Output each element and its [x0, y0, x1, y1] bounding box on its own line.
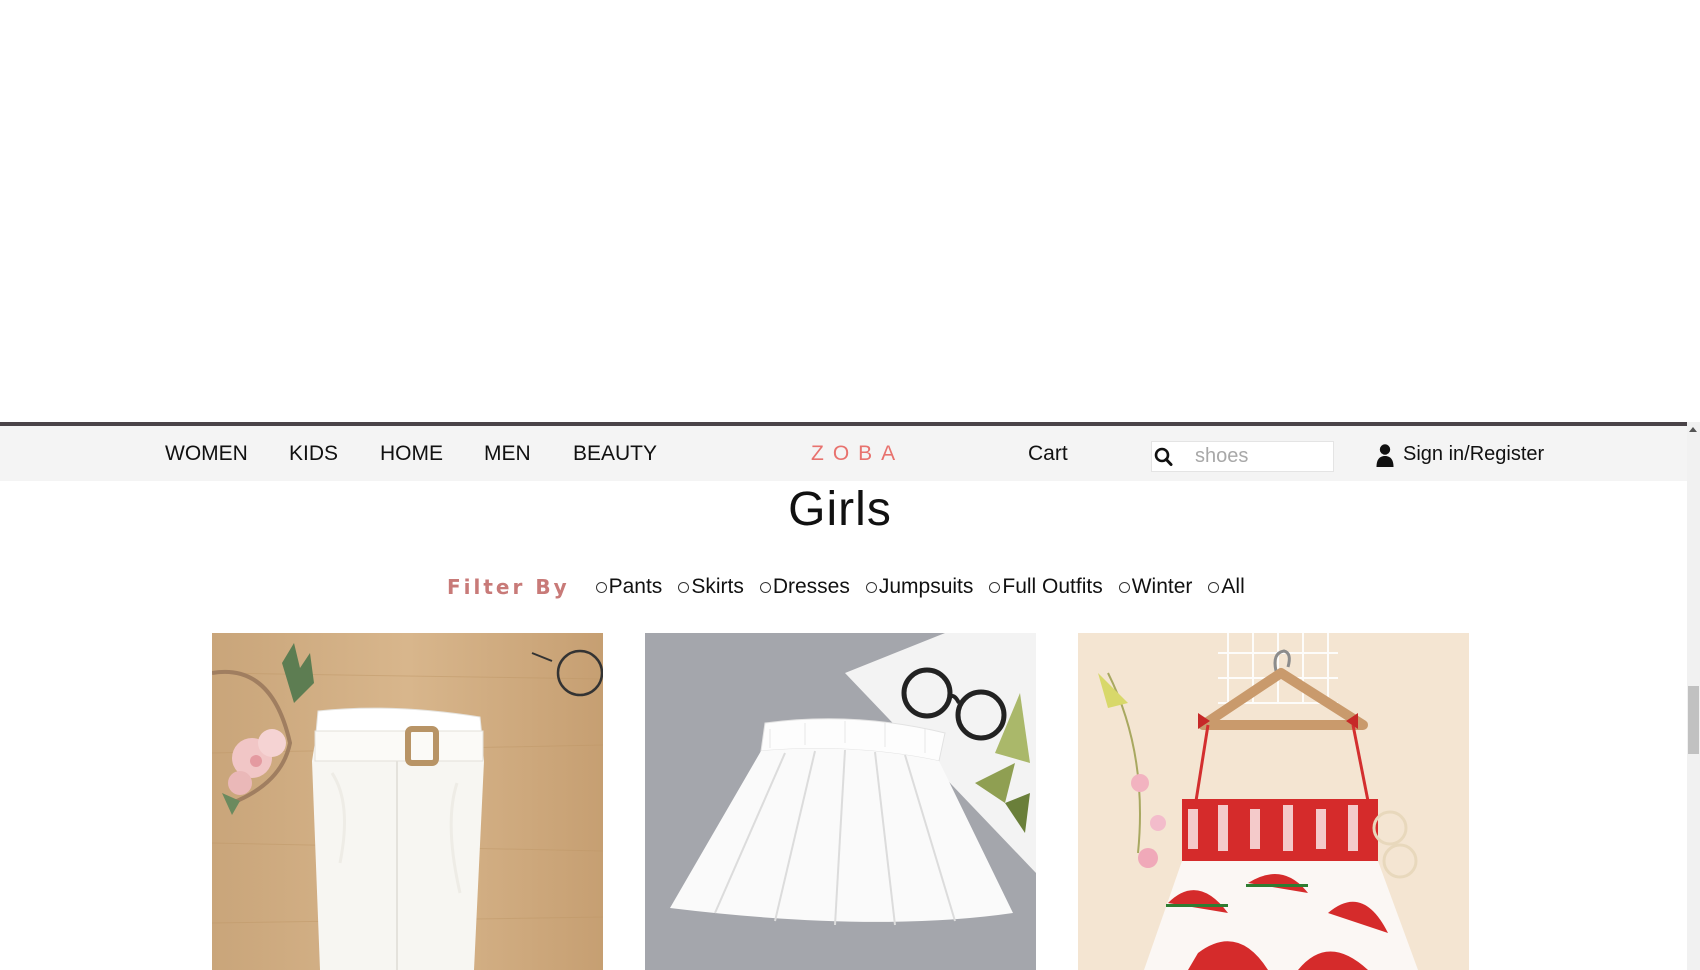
product-card-dress[interactable] [1078, 633, 1469, 970]
radio-button[interactable] [989, 581, 1001, 593]
search-input[interactable] [1195, 442, 1330, 470]
filter-label: Filter By [447, 575, 570, 599]
radio-button[interactable] [595, 581, 607, 593]
scrollbar-thumb[interactable] [1688, 686, 1699, 754]
blank-banner-area [0, 0, 1700, 422]
product-card-pants[interactable] [212, 633, 603, 970]
filter-option-label: Skirts [691, 575, 744, 598]
search-icon[interactable] [1151, 445, 1175, 469]
filter-option-label: Dresses [772, 575, 850, 598]
page: WOMEN KIDS HOME MEN BEAUTY ZOBA Cart Sig… [0, 0, 1700, 970]
vertical-scrollbar[interactable] [1687, 422, 1700, 970]
radio-button[interactable] [1208, 581, 1220, 593]
white-skirt-image[interactable] [645, 633, 1036, 970]
filter-option-skirts[interactable]: Skirts [678, 575, 744, 599]
nav-link-women[interactable]: WOMEN [165, 442, 248, 466]
filter-option-dresses[interactable]: Dresses [759, 575, 850, 599]
watermelon-dress-image[interactable] [1078, 633, 1469, 970]
cart-link[interactable]: Cart [1028, 442, 1068, 466]
signin-register-link[interactable]: Sign in/Register [1403, 443, 1544, 466]
white-pants-image[interactable] [212, 633, 603, 970]
filter-option-label: Jumpsuits [878, 575, 974, 598]
filter-option-label: All [1221, 575, 1245, 598]
scroll-up-arrow-icon[interactable] [1689, 427, 1697, 432]
nav-link-home[interactable]: HOME [380, 442, 443, 466]
user-icon[interactable] [1376, 443, 1394, 467]
filter-option-pants[interactable]: Pants [595, 575, 663, 599]
radio-button[interactable] [865, 581, 877, 593]
product-card-skirt[interactable] [645, 633, 1036, 970]
filter-bar: Filter By Pants Skirts Dresses Jumpsuits… [447, 572, 1261, 602]
filter-option-winter[interactable]: Winter [1118, 575, 1193, 599]
brand-logo[interactable]: ZOBA [811, 442, 904, 466]
nav-link-kids[interactable]: KIDS [289, 442, 338, 466]
filter-option-all[interactable]: All [1208, 575, 1245, 599]
filter-option-label: Full Outfits [1002, 575, 1103, 598]
page-title: Girls [788, 483, 892, 536]
filter-option-label: Pants [608, 575, 663, 598]
filter-option-label: Winter [1131, 575, 1193, 598]
filter-option-jumpsuits[interactable]: Jumpsuits [865, 575, 974, 599]
radio-button[interactable] [678, 581, 690, 593]
nav-link-beauty[interactable]: BEAUTY [573, 442, 657, 466]
top-navigation-bar: WOMEN KIDS HOME MEN BEAUTY ZOBA Cart Sig… [0, 422, 1687, 481]
filter-option-full-outfits[interactable]: Full Outfits [989, 575, 1103, 599]
radio-button[interactable] [759, 581, 771, 593]
nav-link-men[interactable]: MEN [484, 442, 531, 466]
radio-button[interactable] [1118, 581, 1130, 593]
